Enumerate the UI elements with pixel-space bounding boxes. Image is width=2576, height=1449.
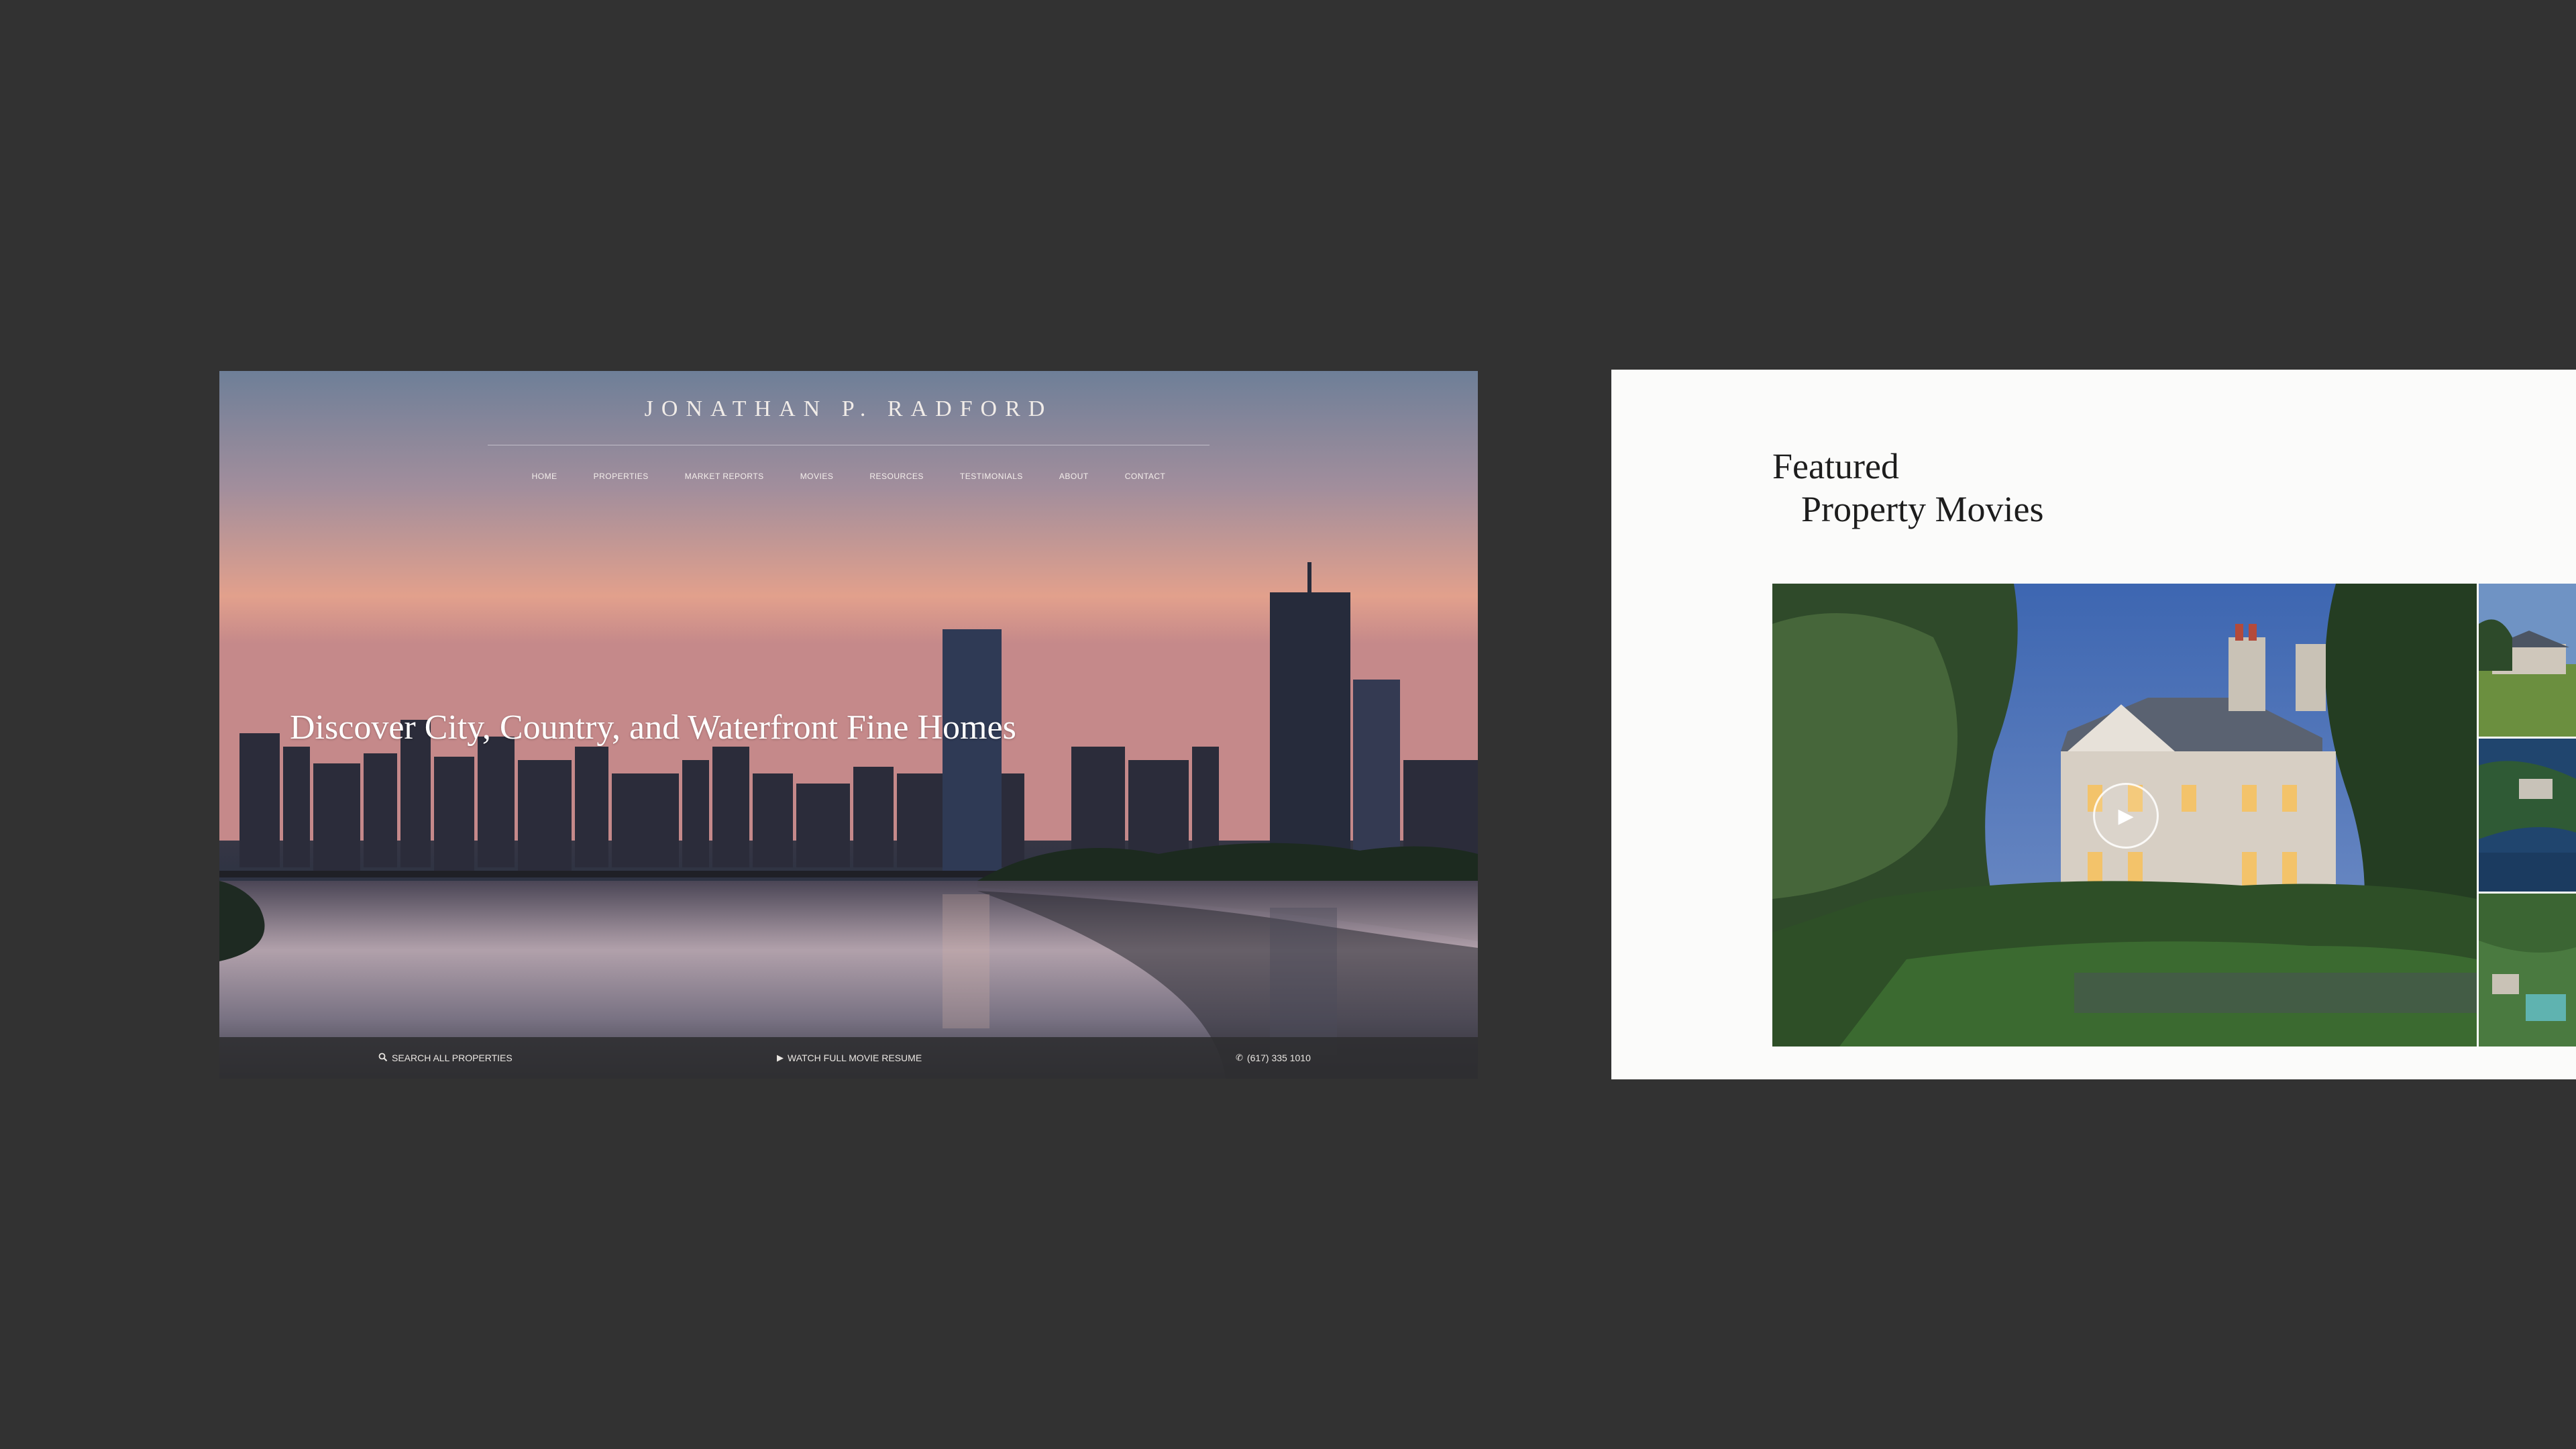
play-icon[interactable]: ▶ — [2093, 783, 2159, 849]
featured-title-line1: Featured — [1772, 446, 1899, 486]
watch-movie-resume-label: WATCH FULL MOVIE RESUME — [788, 1053, 922, 1063]
thumbnail-2[interactable] — [2479, 739, 2576, 892]
featured-title-line2: Property Movies — [1801, 489, 2044, 529]
phone-icon: ✆ — [1236, 1053, 1243, 1063]
featured-title: Featured Property Movies — [1772, 445, 2043, 531]
video-thumbnail-strip — [2479, 584, 2576, 1046]
nav-movies[interactable]: MOVIES — [800, 472, 834, 481]
hero-headline: Discover City, Country, and Waterfront F… — [290, 708, 1016, 747]
main-nav: HOME PROPERTIES MARKET REPORTS MOVIES RE… — [219, 472, 1478, 481]
phone-number: (617) 335 1010 — [1246, 1053, 1311, 1063]
nav-contact[interactable]: CONTACT — [1125, 472, 1166, 481]
featured-movies-panel: Featured Property Movies ▶ — [1611, 370, 2576, 1079]
phone-link[interactable]: ✆ (617) 335 1010 — [1236, 1053, 1311, 1063]
nav-home[interactable]: HOME — [532, 472, 557, 481]
search-all-properties-link[interactable]: SEARCH ALL PROPERTIES — [378, 1053, 513, 1064]
watch-movie-resume-link[interactable]: ▶ WATCH FULL MOVIE RESUME — [777, 1053, 922, 1063]
nav-testimonials[interactable]: TESTIMONIALS — [960, 472, 1023, 481]
featured-video-main[interactable]: ▶ — [1772, 584, 2477, 1046]
search-icon — [378, 1053, 388, 1064]
nav-market-reports[interactable]: MARKET REPORTS — [685, 472, 764, 481]
search-all-properties-label: SEARCH ALL PROPERTIES — [392, 1053, 513, 1063]
nav-resources[interactable]: RESOURCES — [869, 472, 924, 481]
nav-about[interactable]: ABOUT — [1059, 472, 1089, 481]
thumbnail-3[interactable] — [2479, 894, 2576, 1046]
play-icon: ▶ — [777, 1053, 784, 1063]
thumbnail-1[interactable] — [2479, 584, 2576, 737]
hero-panel: JONATHAN P. RADFORD HOME PROPERTIES MARK… — [219, 371, 1478, 1079]
nav-properties[interactable]: PROPERTIES — [594, 472, 649, 481]
brand-logo-text[interactable]: JONATHAN P. RADFORD — [219, 396, 1478, 422]
hero-action-bar: SEARCH ALL PROPERTIES ▶ WATCH FULL MOVIE… — [219, 1037, 1478, 1079]
